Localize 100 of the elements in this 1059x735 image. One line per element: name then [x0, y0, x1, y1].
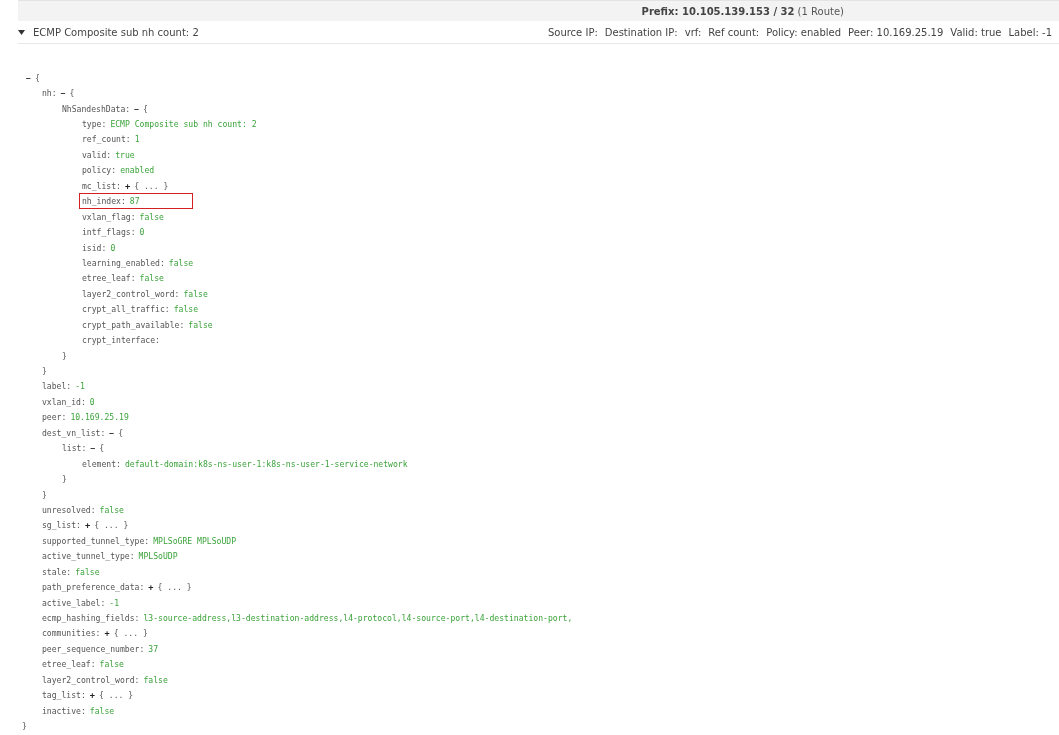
- collapsed-summary[interactable]: { ... }: [134, 180, 169, 191]
- route-field: Ref count:: [708, 26, 760, 38]
- collapse-toggle[interactable]: −: [26, 72, 31, 83]
- json-key: list:: [62, 443, 87, 454]
- json-value: false: [139, 273, 164, 284]
- close-brace: }: [22, 721, 27, 732]
- json-value: -1: [75, 381, 85, 392]
- json-value: 0: [139, 227, 145, 238]
- open-brace: {: [143, 103, 148, 114]
- collapse-toggle[interactable]: −: [60, 88, 66, 99]
- json-key: layer2_control_word:: [82, 288, 180, 299]
- caret-down-icon[interactable]: [18, 29, 25, 35]
- json-value: false: [139, 211, 164, 222]
- expand-toggle[interactable]: +: [85, 520, 91, 531]
- collapsed-summary[interactable]: { ... }: [113, 628, 148, 639]
- json-value: false: [168, 257, 194, 268]
- close-brace: }: [62, 350, 67, 361]
- json-key: layer2_control_word:: [42, 674, 140, 685]
- json-key: dest_vn_list:: [42, 427, 106, 438]
- collapsed-summary[interactable]: { ... }: [157, 582, 192, 593]
- route-field: Label: -1: [1008, 26, 1052, 38]
- route-title: ECMP Composite sub nh count: 2: [33, 26, 200, 38]
- json-key: vxlan_flag:: [82, 211, 136, 222]
- json-key: tag_list:: [42, 690, 86, 701]
- json-value: enabled: [120, 165, 155, 176]
- json-key: peer_sequence_number:: [42, 643, 145, 654]
- json-key: inactive:: [42, 705, 86, 716]
- route-field: Destination IP:: [604, 26, 678, 38]
- close-brace: }: [42, 366, 47, 377]
- collapse-toggle[interactable]: −: [109, 427, 115, 438]
- json-value: 0: [89, 396, 95, 407]
- json-key: NhSandeshData:: [62, 103, 131, 114]
- json-key: intf_flags:: [82, 227, 136, 238]
- json-value: false: [188, 319, 213, 330]
- expand-toggle[interactable]: +: [148, 582, 154, 593]
- json-value: false: [99, 504, 124, 515]
- route-field: Source IP:: [547, 26, 598, 38]
- json-key: policy:: [82, 165, 117, 176]
- json-key: learning_enabled:: [82, 257, 165, 268]
- json-value: 1: [134, 134, 140, 145]
- json-value: false: [99, 659, 124, 670]
- json-key: stale:: [42, 566, 72, 577]
- json-value: false: [173, 304, 199, 315]
- route-field: Peer: 10.169.25.19: [848, 26, 944, 38]
- json-key: supported_tunnel_type:: [42, 535, 150, 546]
- json-key: crypt_path_available:: [82, 319, 185, 330]
- json-key: type:: [82, 119, 107, 130]
- expand-toggle[interactable]: +: [104, 628, 110, 639]
- json-key: active_label:: [42, 597, 106, 608]
- prefix-title: Prefix: 10.105.139.153 / 32 (1 Route): [641, 5, 844, 17]
- json-value: 10.169.25.19: [70, 412, 129, 423]
- json-key: valid:: [82, 149, 112, 160]
- json-value: l3-source-address,l3-destination-address,l4-protocol,l4-source-port,l4-destination-port,: [143, 613, 573, 624]
- json-key: path_preference_data:: [42, 582, 145, 593]
- route-field: Policy: enabled: [766, 26, 842, 38]
- json-key: unresolved:: [42, 504, 96, 515]
- json-value: false: [183, 288, 208, 299]
- json-value: true: [115, 149, 135, 160]
- json-key: ref_count:: [82, 134, 131, 145]
- json-key: nh_index:: [82, 196, 126, 207]
- json-value: ECMP Composite sub nh count: 2: [110, 119, 257, 130]
- json-key: mc_list:: [82, 180, 121, 191]
- collapsed-summary[interactable]: { ... }: [94, 520, 129, 531]
- close-brace: }: [42, 489, 47, 500]
- json-key: crypt_all_traffic:: [82, 304, 170, 315]
- json-value: 37: [148, 643, 159, 654]
- open-brace: {: [34, 72, 40, 83]
- collapse-toggle[interactable]: −: [90, 443, 96, 454]
- json-value: MPLSoUDP: [138, 551, 178, 562]
- json-value: false: [143, 674, 168, 685]
- json-value: -1: [109, 597, 120, 608]
- open-brace: {: [118, 427, 124, 438]
- json-key: crypt_interface:: [82, 335, 160, 346]
- open-brace: {: [99, 443, 105, 454]
- json-key: isid:: [82, 242, 107, 253]
- json-value: default-domain:k8s-ns-user-1:k8s-ns-user-1-service-network: [125, 458, 408, 469]
- json-value: MPLSoGRE MPLSoUDP: [153, 535, 237, 546]
- collapse-toggle[interactable]: −: [134, 103, 140, 114]
- json-key: etree_leaf:: [82, 273, 136, 284]
- expand-toggle[interactable]: +: [125, 180, 131, 191]
- route-field: vrf:: [684, 26, 702, 38]
- json-value: 87: [129, 196, 140, 207]
- json-key: vxlan_id:: [42, 396, 86, 407]
- json-key: peer:: [42, 412, 67, 423]
- json-value: false: [75, 566, 100, 577]
- json-key: etree_leaf:: [42, 659, 96, 670]
- close-brace: }: [62, 474, 67, 485]
- json-key: label:: [42, 381, 72, 392]
- json-key: sg_list:: [42, 520, 81, 531]
- json-key: ecmp_hashing_fields:: [42, 613, 140, 624]
- open-brace: {: [69, 88, 75, 99]
- collapsed-summary[interactable]: { ... }: [99, 690, 134, 701]
- expand-toggle[interactable]: +: [89, 690, 96, 701]
- json-key: nh:: [42, 88, 57, 99]
- json-value: false: [89, 705, 115, 716]
- json-key: element:: [82, 458, 121, 469]
- json-value: 0: [110, 242, 116, 253]
- json-key: active_tunnel_type:: [42, 551, 135, 562]
- json-key: communities:: [42, 628, 101, 639]
- route-field: Valid: true: [950, 26, 1002, 38]
